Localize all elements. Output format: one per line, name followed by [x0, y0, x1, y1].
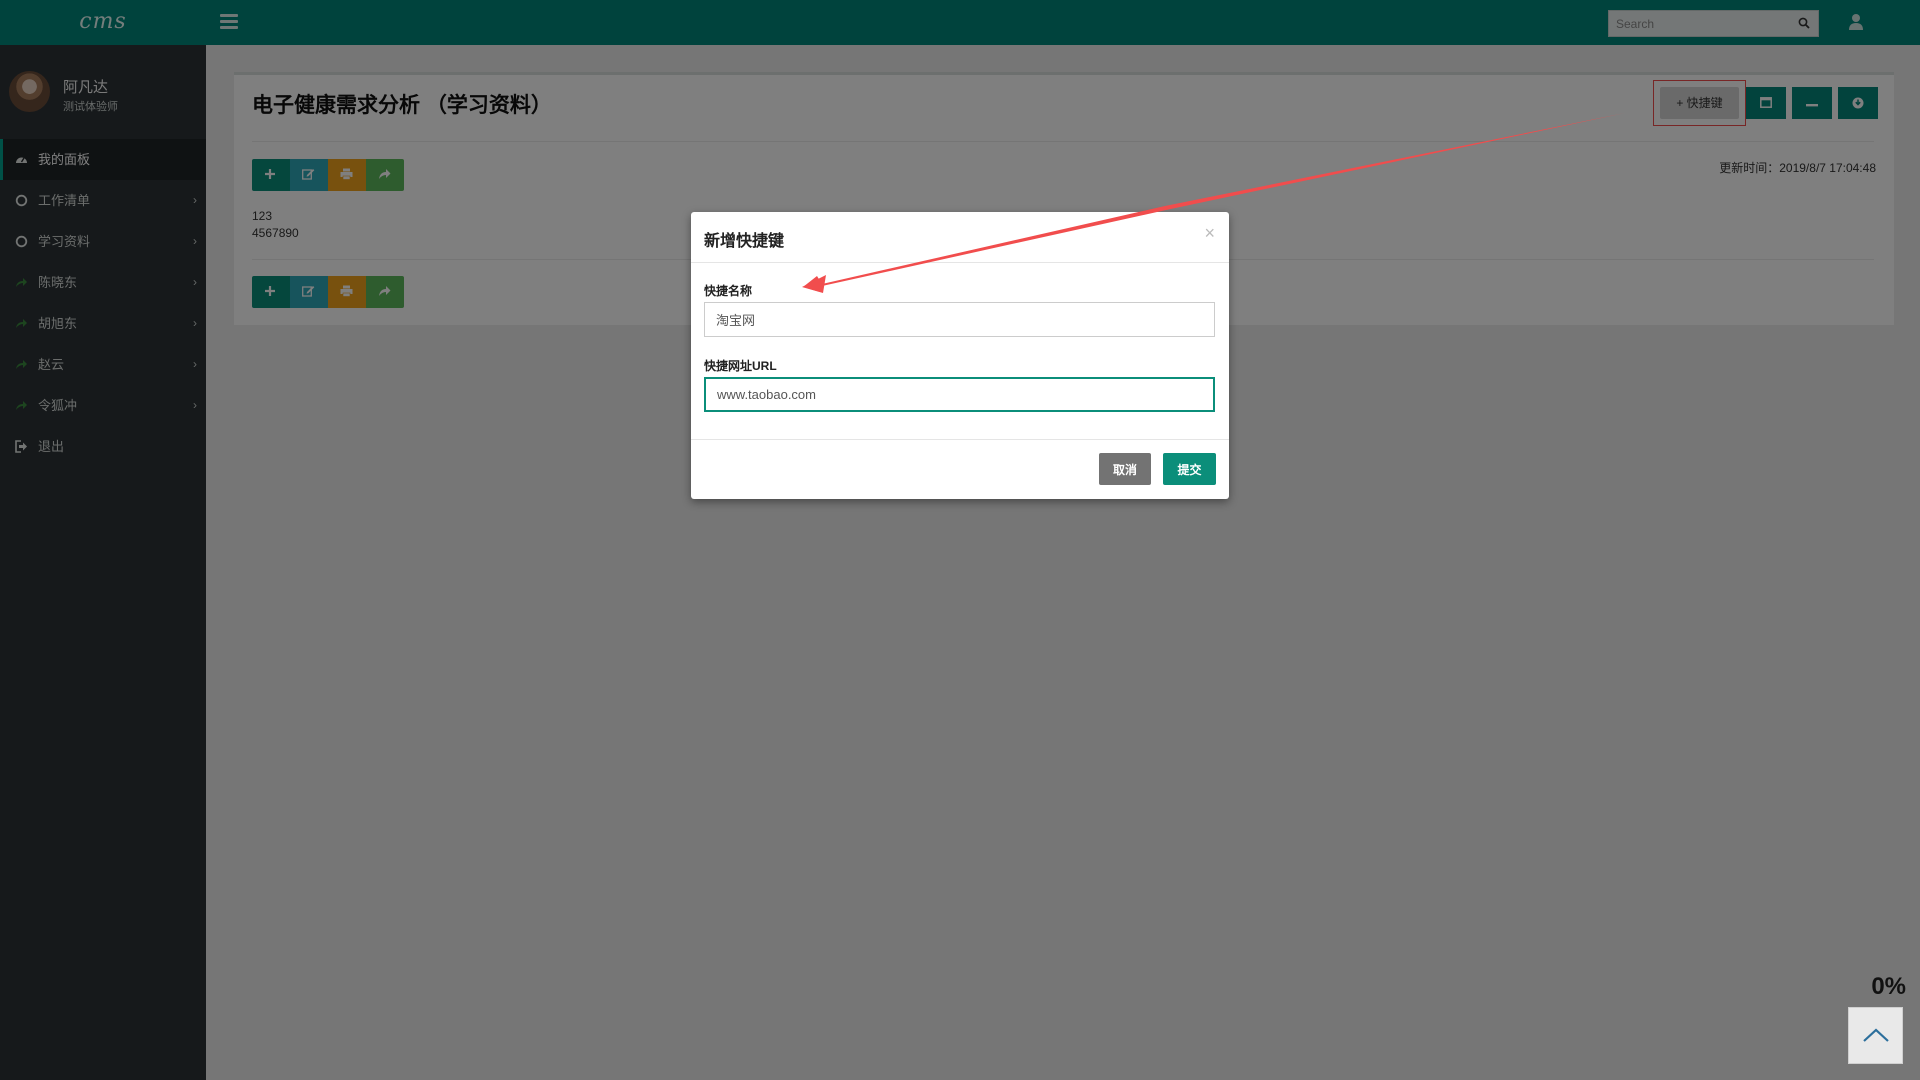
divider — [691, 439, 1229, 440]
submit-button[interactable]: 提交 — [1163, 453, 1216, 485]
shortcut-name-label: 快捷名称 — [704, 284, 753, 298]
add-shortcut-dialog: 新增快捷键 × 快捷名称 快捷网址URL 取消 提交 — [691, 212, 1229, 499]
back-to-top-button[interactable] — [1848, 1007, 1903, 1064]
shortcut-url-label: 快捷网址URL — [704, 359, 777, 373]
shortcut-url-input[interactable] — [704, 377, 1215, 412]
cancel-button[interactable]: 取消 — [1099, 453, 1151, 485]
chevron-up-icon — [1863, 1028, 1889, 1042]
divider — [691, 262, 1229, 263]
progress-indicator: 0% — [1871, 973, 1906, 1000]
close-icon[interactable]: × — [1204, 223, 1215, 244]
dialog-title: 新增快捷键 — [704, 233, 785, 250]
modal-backdrop[interactable] — [0, 0, 1920, 1080]
shortcut-name-input[interactable] — [704, 302, 1215, 337]
